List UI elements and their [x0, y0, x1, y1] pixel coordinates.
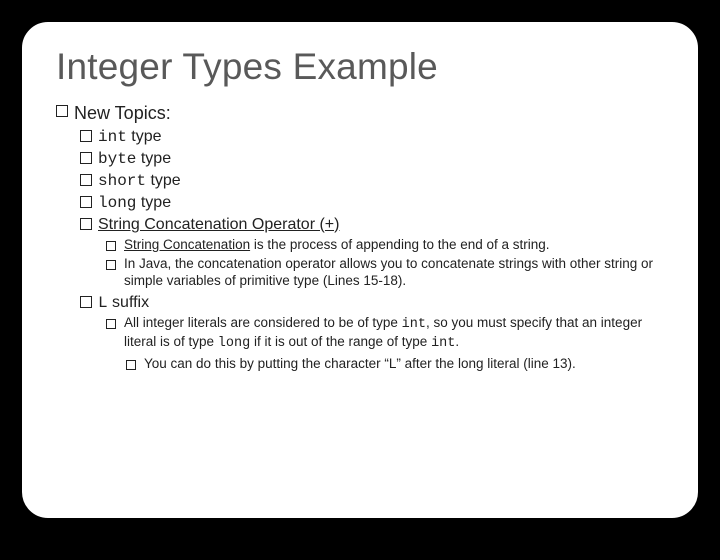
short-type-text: short type: [98, 172, 181, 189]
java-concat-text: In Java, the concatenation operator allo…: [124, 256, 666, 290]
suffix-word: suffix: [108, 294, 150, 311]
int-code: int: [98, 128, 127, 146]
short-type-item: short type: [80, 171, 666, 191]
int-type-item: int type: [80, 127, 666, 147]
suffix-long-code: long: [218, 336, 250, 351]
concat-definition-text: String Concatenation is the process of a…: [124, 237, 666, 254]
concat-strong: String Concatenation: [124, 237, 250, 252]
new-topics-label: New Topics:: [74, 103, 171, 123]
l-suffix-text: L suffix: [98, 294, 149, 311]
type-word-4: type: [136, 194, 171, 211]
suffix-post: if it is out of the range of type: [250, 334, 431, 349]
do-this-item: You can do this by putting the character…: [126, 356, 666, 373]
long-type-item: long type: [80, 193, 666, 213]
short-code: short: [98, 172, 146, 190]
int-type-text: int type: [98, 128, 162, 145]
byte-type-text: byte type: [98, 150, 171, 167]
long-code: long: [98, 194, 136, 212]
suffix-int: int: [402, 317, 426, 332]
suffix-pre: All integer literals are considered to b…: [124, 315, 402, 330]
suffix-explain-item: All integer literals are considered to b…: [106, 315, 666, 353]
concat-definition-item: String Concatenation is the process of a…: [106, 237, 666, 254]
concat-header-item: String Concatenation Operator (+): [80, 215, 666, 235]
byte-type-item: byte type: [80, 149, 666, 169]
new-topics-item: New Topics:: [56, 102, 666, 125]
java-concat-item: In Java, the concatenation operator allo…: [106, 256, 666, 290]
do-this-text: You can do this by putting the character…: [144, 356, 666, 373]
slide-title: Integer Types Example: [56, 46, 666, 88]
suffix-explain-text: All integer literals are considered to b…: [124, 315, 666, 353]
type-word-2: type: [136, 150, 171, 167]
long-type-text: long type: [98, 194, 171, 211]
type-word-1: type: [127, 128, 162, 145]
suffix-end: .: [455, 334, 459, 349]
suffix-int2: int: [431, 336, 455, 351]
slide-frame: Integer Types Example New Topics: int ty…: [20, 20, 700, 520]
concat-rest: is the process of appending to the end o…: [250, 237, 549, 252]
l-suffix-item: L suffix: [80, 293, 666, 313]
l-code: L: [98, 294, 108, 312]
byte-code: byte: [98, 150, 136, 168]
concat-header-text: String Concatenation Operator (+): [98, 216, 339, 233]
type-word-3: type: [146, 172, 181, 189]
